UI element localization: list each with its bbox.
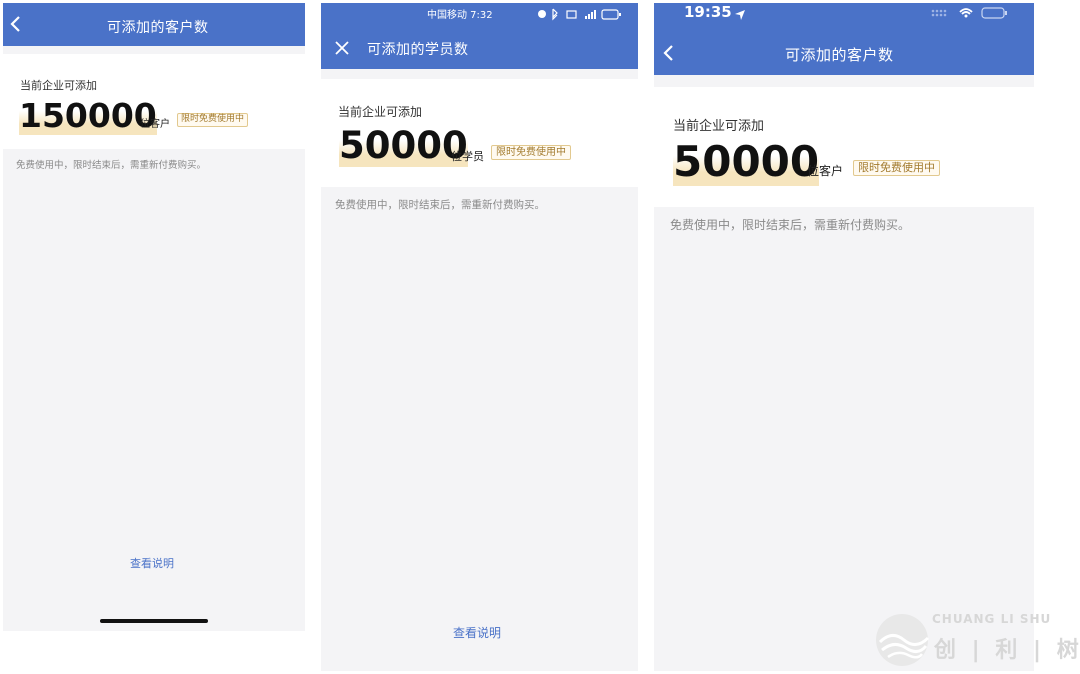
watermark-latin: CHUANG LI SHU: [932, 612, 1052, 626]
notice-text: 免费使用中，限时结束后，需重新付费购买。: [670, 218, 911, 232]
quota-card: 当前企业可添加 150000 位客户 限时免费使用中: [3, 54, 305, 149]
chevron-left-icon[interactable]: [662, 44, 676, 66]
quota-count: 150000: [19, 96, 157, 135]
screen-customers-2: 19:35 可添加的客户数 当前企业可添加 50000 位客户 限时免费使用中 …: [654, 3, 1034, 671]
nav-header: 可添加的客户数: [3, 3, 305, 46]
nav-header: 中国移动 7:32 可添加的学员数: [321, 3, 638, 69]
chuanglishu-logo-icon: [874, 612, 932, 672]
chevron-left-icon[interactable]: [9, 15, 23, 37]
quota-unit: 位学员: [451, 150, 484, 163]
quota-count: 50000: [339, 124, 468, 167]
quota-card: 当前企业可添加 50000 位学员 限时免费使用中: [321, 79, 638, 187]
home-indicator: [100, 619, 208, 623]
status-time: 19:35: [684, 3, 732, 21]
page-title: 可添加的学员数: [367, 42, 469, 58]
quota-label: 当前企业可添加: [338, 105, 423, 119]
notice-text: 免费使用中，限时结束后，需重新付费购买。: [16, 160, 207, 171]
status-icons: [537, 6, 623, 25]
status-carrier-time: 中国移动 7:32: [427, 10, 493, 21]
quota-unit: 位客户: [807, 164, 844, 178]
notice-text: 免费使用中，限时结束后，需重新付费购买。: [335, 199, 545, 211]
view-description-link[interactable]: 查看说明: [453, 624, 501, 641]
page-title: 可添加的客户数: [107, 20, 209, 36]
screen-customers-1: 可添加的客户数 当前企业可添加 150000 位客户 限时免费使用中 免费使用中…: [3, 3, 305, 631]
location-icon: [734, 6, 746, 25]
close-icon[interactable]: [335, 40, 349, 59]
free-badge: 限时免费使用中: [491, 145, 571, 160]
free-badge: 限时免费使用中: [853, 160, 940, 177]
quota-card: 当前企业可添加 50000 位客户 限时免费使用中: [654, 87, 1034, 207]
quota-label: 当前企业可添加: [20, 79, 97, 92]
quota-count: 50000: [673, 137, 820, 186]
quota-label: 当前企业可添加: [673, 119, 765, 134]
quota-unit: 位客户: [140, 119, 170, 130]
watermark-chinese: 创 | 利 | 树: [934, 638, 1080, 663]
view-description-link[interactable]: 查看说明: [130, 555, 174, 571]
screen-students: 中国移动 7:32 可添加的学员数 当前企业可添加 50000 位学员 限时免费…: [321, 3, 638, 671]
free-badge: 限时免费使用中: [177, 113, 249, 127]
status-icons: [930, 5, 1010, 24]
page-title: 可添加的客户数: [785, 46, 894, 64]
nav-header: 19:35 可添加的客户数: [654, 3, 1034, 75]
